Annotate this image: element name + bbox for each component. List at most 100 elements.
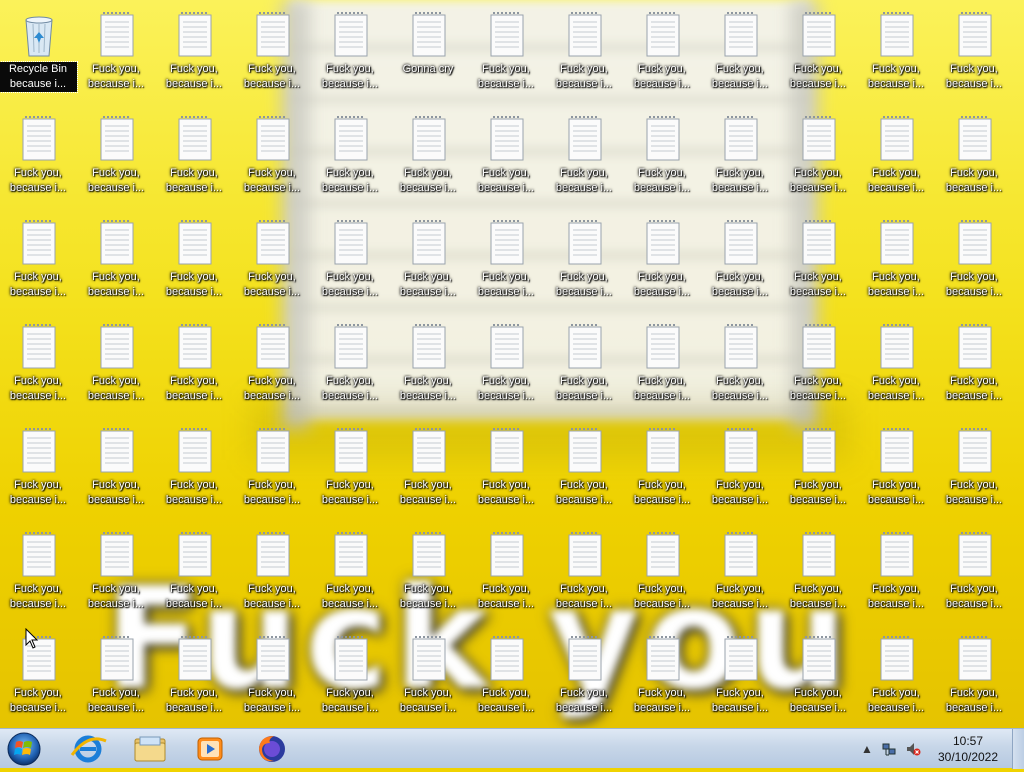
- desktop-icon-file[interactable]: Fuck you, because i...: [81, 628, 151, 728]
- desktop-icon-file[interactable]: Fuck you, because i...: [81, 108, 151, 208]
- desktop-icon-file[interactable]: Fuck you, because i...: [705, 316, 775, 416]
- desktop-icon-file[interactable]: Fuck you, because i...: [705, 420, 775, 520]
- desktop-icon-file[interactable]: Fuck you, because i...: [315, 628, 385, 728]
- desktop-icon-file[interactable]: Fuck you, because i...: [783, 212, 853, 312]
- desktop-icon-file[interactable]: Fuck you, because i...: [783, 316, 853, 416]
- desktop-icon-file[interactable]: Fuck you, because i...: [861, 316, 931, 416]
- desktop-icon-file[interactable]: Fuck you, because i...: [315, 316, 385, 416]
- desktop-icon-file[interactable]: Fuck you, because i...: [939, 212, 1009, 312]
- desktop-icon-file[interactable]: Fuck you, because i...: [159, 4, 229, 104]
- volume-muted-icon[interactable]: [905, 741, 921, 757]
- desktop-icon-file[interactable]: Fuck you, because i...: [315, 4, 385, 104]
- show-desktop-button[interactable]: [1012, 729, 1024, 769]
- desktop-icon-file[interactable]: Fuck you, because i...: [3, 524, 73, 624]
- desktop-icon-file[interactable]: Fuck you, because i...: [549, 212, 619, 312]
- desktop-icon-file[interactable]: Fuck you, because i...: [549, 524, 619, 624]
- taskbar-file-explorer[interactable]: [124, 731, 176, 767]
- up-arrow-icon[interactable]: ▲: [859, 741, 875, 757]
- taskbar-internet-explorer[interactable]: [62, 731, 114, 767]
- desktop-icon-file[interactable]: Fuck you, because i...: [627, 108, 697, 208]
- desktop-icon-file[interactable]: Fuck you, because i...: [159, 108, 229, 208]
- desktop-icon-file[interactable]: Fuck you, because i...: [861, 628, 931, 728]
- desktop-icon-file[interactable]: Fuck you, because i...: [861, 524, 931, 624]
- desktop-icon-file[interactable]: Fuck you, because i...: [549, 628, 619, 728]
- desktop-icon-file[interactable]: Fuck you, because i...: [549, 108, 619, 208]
- desktop-icon-file[interactable]: Fuck you, because i...: [549, 316, 619, 416]
- desktop-icon-file[interactable]: Fuck you, because i...: [549, 4, 619, 104]
- desktop-icon-file[interactable]: Fuck you, because i...: [315, 524, 385, 624]
- desktop-icon-file[interactable]: Fuck you, because i...: [861, 420, 931, 520]
- desktop-icon-file[interactable]: Fuck you, because i...: [393, 212, 463, 312]
- desktop-icon-file[interactable]: Fuck you, because i...: [393, 108, 463, 208]
- desktop-icon-file[interactable]: Fuck you, because i...: [3, 212, 73, 312]
- taskbar-media-player[interactable]: [184, 731, 236, 767]
- desktop-icon-file[interactable]: Fuck you, because i...: [315, 212, 385, 312]
- desktop-icon-file[interactable]: Fuck you, because i...: [861, 212, 931, 312]
- desktop-icon-file[interactable]: Fuck you, because i...: [939, 420, 1009, 520]
- desktop-icon-file[interactable]: Fuck you, because i...: [81, 316, 151, 416]
- desktop-icon-file[interactable]: Fuck you, because i...: [627, 316, 697, 416]
- desktop-icon-file[interactable]: Fuck you, because i...: [705, 628, 775, 728]
- desktop-icon-file[interactable]: Fuck you, because i...: [783, 4, 853, 104]
- start-button[interactable]: [4, 731, 44, 767]
- desktop-icon-file[interactable]: Fuck you, because i...: [237, 524, 307, 624]
- desktop-icon-file[interactable]: Fuck you, because i...: [81, 420, 151, 520]
- desktop-icon-file[interactable]: Fuck you, because i...: [627, 212, 697, 312]
- desktop-icon-file[interactable]: Fuck you, because i...: [237, 4, 307, 104]
- desktop-icon-file[interactable]: Fuck you, because i...: [159, 316, 229, 416]
- desktop-icon-file[interactable]: Fuck you, because i...: [3, 420, 73, 520]
- desktop-icon-file[interactable]: Fuck you, because i...: [315, 108, 385, 208]
- desktop-icon-file[interactable]: Fuck you, because i...: [627, 420, 697, 520]
- desktop-icon-file[interactable]: Fuck you, because i...: [471, 212, 541, 312]
- desktop-icon-file[interactable]: Fuck you, because i...: [939, 628, 1009, 728]
- desktop-icon-file[interactable]: Fuck you, because i...: [81, 212, 151, 312]
- desktop-icon-file[interactable]: Fuck you, because i...: [783, 628, 853, 728]
- desktop-icon-file[interactable]: Fuck you, because i...: [861, 108, 931, 208]
- desktop-icon-file[interactable]: Fuck you, because i...: [315, 420, 385, 520]
- taskbar-firefox[interactable]: [246, 731, 298, 767]
- desktop-icon-file[interactable]: Fuck you, because i...: [783, 524, 853, 624]
- desktop-icon-file[interactable]: Fuck you, because i...: [471, 4, 541, 104]
- desktop-icon-file[interactable]: Fuck you, because i...: [861, 4, 931, 104]
- desktop-icon-file[interactable]: Fuck you, because i...: [939, 108, 1009, 208]
- desktop-icon-file[interactable]: Fuck you, because i...: [237, 316, 307, 416]
- desktop-icon-file[interactable]: Fuck you, because i...: [471, 316, 541, 416]
- desktop-icon-file[interactable]: Fuck you, because i...: [237, 212, 307, 312]
- desktop-icon-file[interactable]: Fuck you, because i...: [3, 316, 73, 416]
- desktop-icon-file[interactable]: Fuck you, because i...: [627, 628, 697, 728]
- desktop-icon-file[interactable]: Fuck you, because i...: [627, 524, 697, 624]
- desktop-icon-file[interactable]: Fuck you, because i...: [471, 524, 541, 624]
- desktop-icon-file[interactable]: Fuck you, because i...: [471, 108, 541, 208]
- desktop-icon-file[interactable]: Fuck you, because i...: [393, 628, 463, 728]
- network-icon[interactable]: [881, 741, 897, 757]
- desktop-icon-file[interactable]: Fuck you, because i...: [159, 212, 229, 312]
- desktop-icon-file[interactable]: Fuck you, because i...: [393, 316, 463, 416]
- desktop-icon-file[interactable]: Fuck you, because i...: [939, 4, 1009, 104]
- desktop-icon-file[interactable]: Gonna cry: [393, 4, 463, 104]
- desktop-icon-recycle-bin[interactable]: Recycle Bin because i...: [0, 4, 78, 104]
- desktop-icon-file[interactable]: Fuck you, because i...: [81, 4, 151, 104]
- desktop-icon-file[interactable]: Fuck you, because i...: [783, 108, 853, 208]
- desktop-icon-file[interactable]: Fuck you, because i...: [471, 628, 541, 728]
- desktop-icon-file[interactable]: Fuck you, because i...: [237, 420, 307, 520]
- desktop-icon-file[interactable]: Fuck you, because i...: [159, 628, 229, 728]
- desktop-icon-file[interactable]: Fuck you, because i...: [3, 108, 73, 208]
- desktop-icon-file[interactable]: Fuck you, because i...: [159, 420, 229, 520]
- desktop-icon-file[interactable]: Fuck you, because i...: [471, 420, 541, 520]
- desktop-icon-file[interactable]: Fuck you, because i...: [237, 628, 307, 728]
- desktop-icon-file[interactable]: Fuck you, because i...: [393, 524, 463, 624]
- desktop-icon-file[interactable]: Fuck you, because i...: [627, 4, 697, 104]
- taskbar-clock[interactable]: 10:57 30/10/2022: [926, 733, 1010, 765]
- desktop-icon-file[interactable]: Fuck you, because i...: [705, 524, 775, 624]
- desktop-icon-file[interactable]: Fuck you, because i...: [549, 420, 619, 520]
- desktop-icon-file[interactable]: Fuck you, because i...: [783, 420, 853, 520]
- desktop-icon-file[interactable]: Fuck you, because i...: [939, 316, 1009, 416]
- desktop-icon-file[interactable]: Fuck you, because i...: [705, 4, 775, 104]
- desktop-icon-file[interactable]: Fuck you, because i...: [393, 420, 463, 520]
- desktop-icon-file[interactable]: Fuck you, because i...: [237, 108, 307, 208]
- desktop[interactable]: Fuck you Recycle Bin because i... Fuck yo…: [0, 0, 1024, 728]
- desktop-icon-file[interactable]: Fuck you, because i...: [705, 108, 775, 208]
- desktop-icon-file[interactable]: Fuck you, because i...: [159, 524, 229, 624]
- desktop-icon-file[interactable]: Fuck you, because i...: [939, 524, 1009, 624]
- desktop-icon-file[interactable]: Fuck you, because i...: [81, 524, 151, 624]
